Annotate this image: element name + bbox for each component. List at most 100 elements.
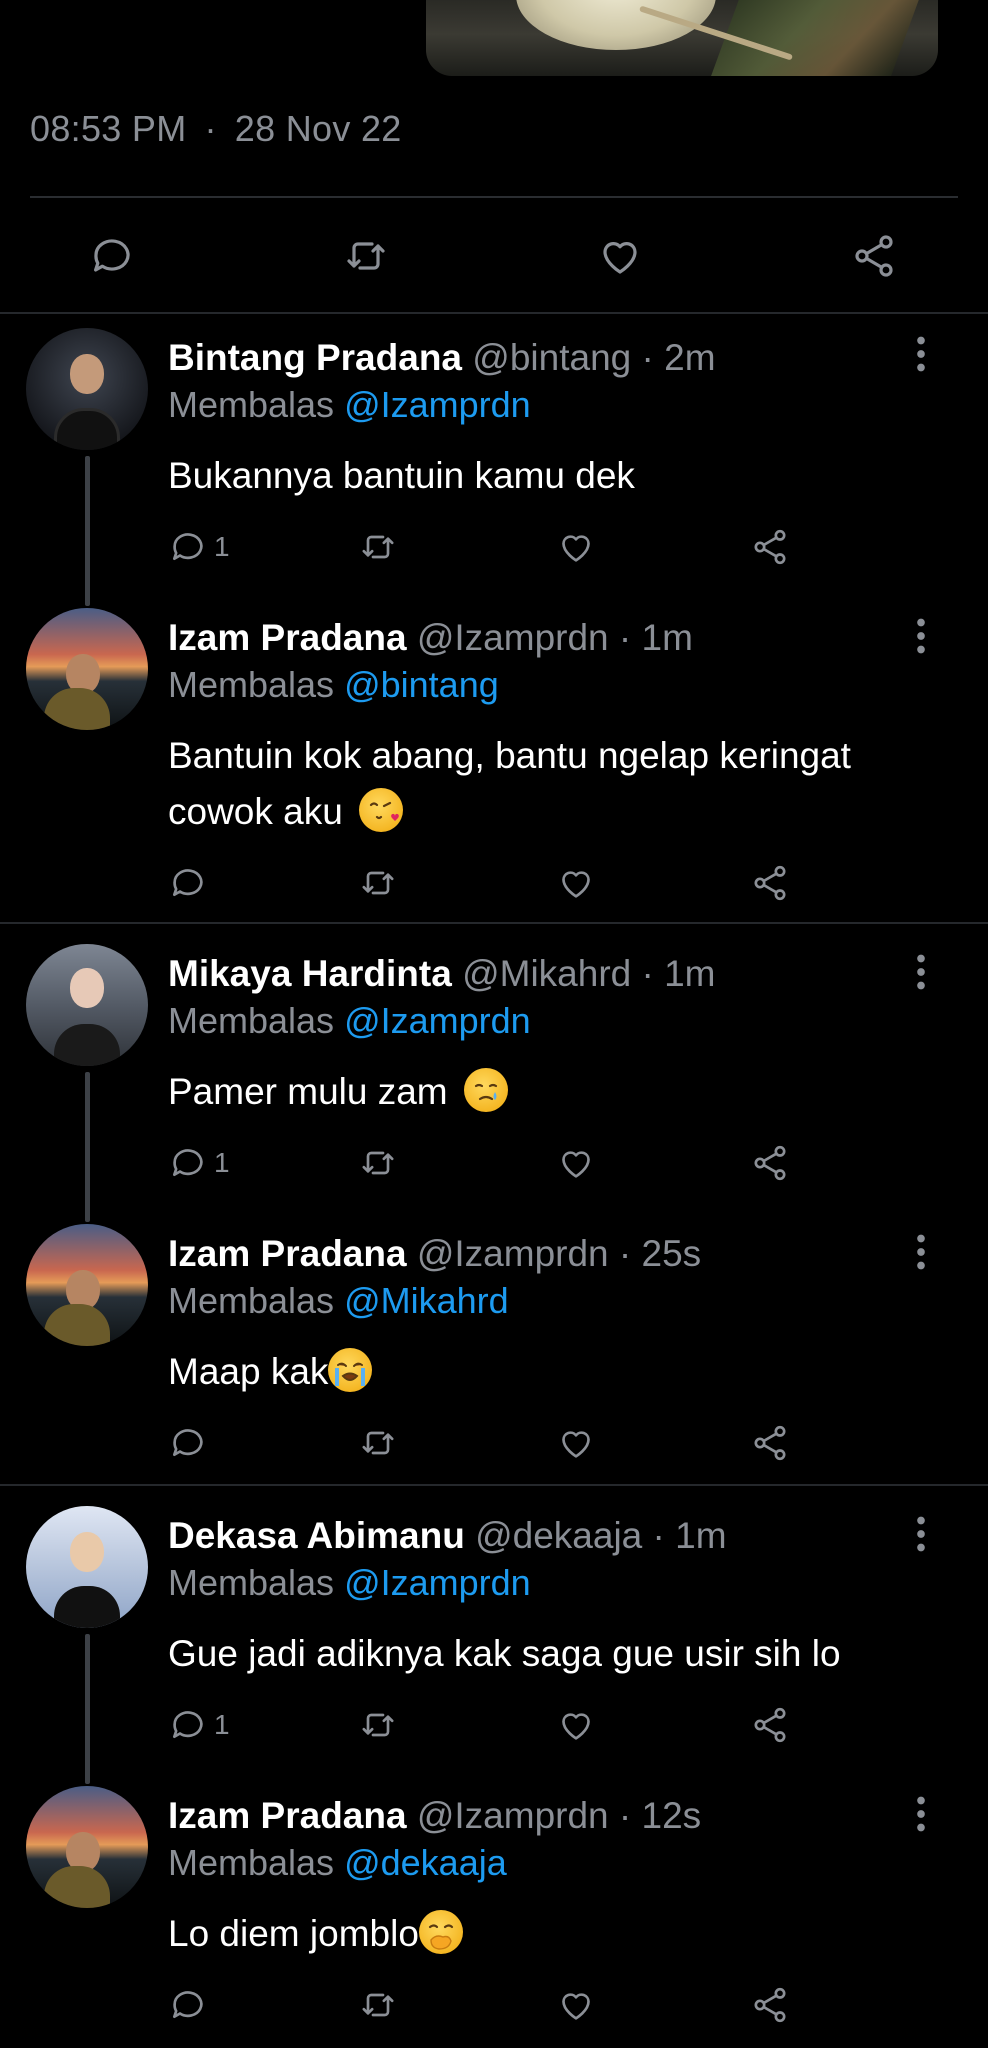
retweet-button[interactable]: [358, 1700, 398, 1750]
reply-button[interactable]: [168, 858, 208, 908]
replying-mention[interactable]: @bintang: [344, 664, 499, 705]
retweet-button[interactable]: [358, 1138, 398, 1188]
reply-time: · 1m: [618, 617, 693, 658]
like-button[interactable]: [556, 1138, 596, 1188]
replying-label: Membalas: [168, 384, 335, 425]
reply-header: Mikaya Hardinta @Mikahrd · 1m: [168, 953, 716, 995]
retweet-icon: [362, 535, 394, 559]
replying-to: Membalas @dekaaja: [168, 1842, 507, 1884]
display-name[interactable]: Bintang Pradana: [168, 337, 462, 378]
replying-mention[interactable]: @dekaaja: [344, 1842, 507, 1883]
tweet-media-image[interactable]: [426, 0, 938, 76]
retweet-button[interactable]: [358, 1980, 398, 2030]
retweet-button[interactable]: [358, 1418, 398, 1468]
share-icon: [754, 529, 786, 565]
reply-button[interactable]: [168, 1418, 208, 1468]
reply-header: Izam Pradana @Izamprdn · 25s: [168, 1233, 701, 1275]
share-button[interactable]: [750, 1138, 790, 1188]
share-button[interactable]: [750, 858, 790, 908]
heart-icon: [562, 1151, 590, 1178]
username[interactable]: @Izamprdn: [417, 1233, 609, 1274]
share-button[interactable]: [750, 522, 790, 572]
share-button[interactable]: [750, 1980, 790, 2030]
more-options-button[interactable]: [906, 1514, 936, 1554]
avatar[interactable]: [26, 1224, 148, 1346]
reply-time: · 1m: [652, 1515, 727, 1556]
heart-icon: [562, 1713, 590, 1740]
username[interactable]: @bintang: [472, 337, 631, 378]
more-options-button[interactable]: [906, 334, 936, 374]
like-button[interactable]: [556, 522, 596, 572]
retweet-icon: [362, 871, 394, 895]
avatar[interactable]: [26, 1786, 148, 1908]
username[interactable]: @Izamprdn: [417, 617, 609, 658]
share-icon: [754, 1145, 786, 1181]
replying-mention[interactable]: @Izamprdn: [344, 384, 531, 425]
face-with-hand-over-mouth-emoji: [418, 1910, 463, 1954]
reply-button[interactable]: [168, 1980, 208, 2030]
display-name[interactable]: Mikaya Hardinta: [168, 953, 452, 994]
display-name[interactable]: Izam Pradana: [168, 1233, 407, 1274]
like-button[interactable]: [556, 858, 596, 908]
more-options-button[interactable]: [906, 616, 936, 656]
reply-header: Bintang Pradana @bintang · 2m: [168, 337, 716, 379]
reply-text-content: Pamer mulu zam: [168, 1071, 448, 1112]
username[interactable]: @dekaaja: [475, 1515, 642, 1556]
display-name[interactable]: Izam Pradana: [168, 1795, 407, 1836]
reply-text: Bukannya bantuin kamu dek: [168, 448, 928, 504]
avatar[interactable]: [26, 608, 148, 730]
avatar-body: [54, 408, 120, 450]
reply-header: Dekasa Abimanu @dekaaja · 1m: [168, 1515, 727, 1557]
reply-text-content: Gue jadi adiknya kak saga gue usir sih l…: [168, 1633, 841, 1674]
reply-text-content: Bantuin kok abang, bantu ngelap keringat…: [168, 735, 851, 832]
avatar-head: [70, 1532, 104, 1572]
retweet-button[interactable]: [336, 226, 396, 286]
reply-actions: [168, 1980, 808, 2030]
reply-button[interactable]: 1: [168, 1138, 230, 1188]
tweet-timestamp: 08:53 PM · 28 Nov 22: [30, 108, 402, 150]
avatar[interactable]: [26, 328, 148, 450]
replying-mention[interactable]: @Mikahrd: [344, 1280, 509, 1321]
share-icon: [754, 865, 786, 901]
heart-icon: [603, 242, 637, 274]
reply-button[interactable]: [82, 226, 142, 286]
more-vertical-icon: [917, 1796, 925, 1832]
like-button[interactable]: [556, 1418, 596, 1468]
reply-text: Pamer mulu zam: [168, 1064, 928, 1120]
username[interactable]: @Mikahrd: [462, 953, 631, 994]
share-button[interactable]: [750, 1700, 790, 1750]
reply-text-content: Bukannya bantuin kamu dek: [168, 455, 635, 496]
more-options-button[interactable]: [906, 1232, 936, 1272]
reply-header: Izam Pradana @Izamprdn · 1m: [168, 617, 693, 659]
replying-mention[interactable]: @Izamprdn: [344, 1562, 531, 1603]
avatar[interactable]: [26, 1506, 148, 1628]
divider: [0, 312, 988, 314]
reply-button[interactable]: 1: [168, 522, 230, 572]
retweet-button[interactable]: [358, 858, 398, 908]
more-options-button[interactable]: [906, 952, 936, 992]
like-button[interactable]: [556, 1980, 596, 2030]
avatar[interactable]: [26, 944, 148, 1066]
reply-text: Lo diem jomblo: [168, 1906, 928, 1962]
heart-icon: [562, 871, 590, 898]
share-button[interactable]: [844, 226, 904, 286]
avatar-body: [44, 1304, 110, 1346]
reply-icon: [173, 533, 203, 560]
avatar-body: [44, 1866, 110, 1908]
like-button[interactable]: [590, 226, 650, 286]
reply-count: 1: [214, 1147, 230, 1178]
share-icon: [754, 1425, 786, 1461]
reply-actions: 1: [168, 522, 808, 572]
avatar-body: [44, 688, 110, 730]
display-name[interactable]: Izam Pradana: [168, 617, 407, 658]
display-name[interactable]: Dekasa Abimanu: [168, 1515, 465, 1556]
more-options-button[interactable]: [906, 1794, 936, 1834]
replying-mention[interactable]: @Izamprdn: [344, 1000, 531, 1041]
reply-button[interactable]: 1: [168, 1700, 230, 1750]
retweet-button[interactable]: [358, 522, 398, 572]
more-vertical-icon: [917, 618, 925, 654]
share-button[interactable]: [750, 1418, 790, 1468]
username[interactable]: @Izamprdn: [417, 1795, 609, 1836]
reply-time: · 2m: [641, 337, 716, 378]
like-button[interactable]: [556, 1700, 596, 1750]
